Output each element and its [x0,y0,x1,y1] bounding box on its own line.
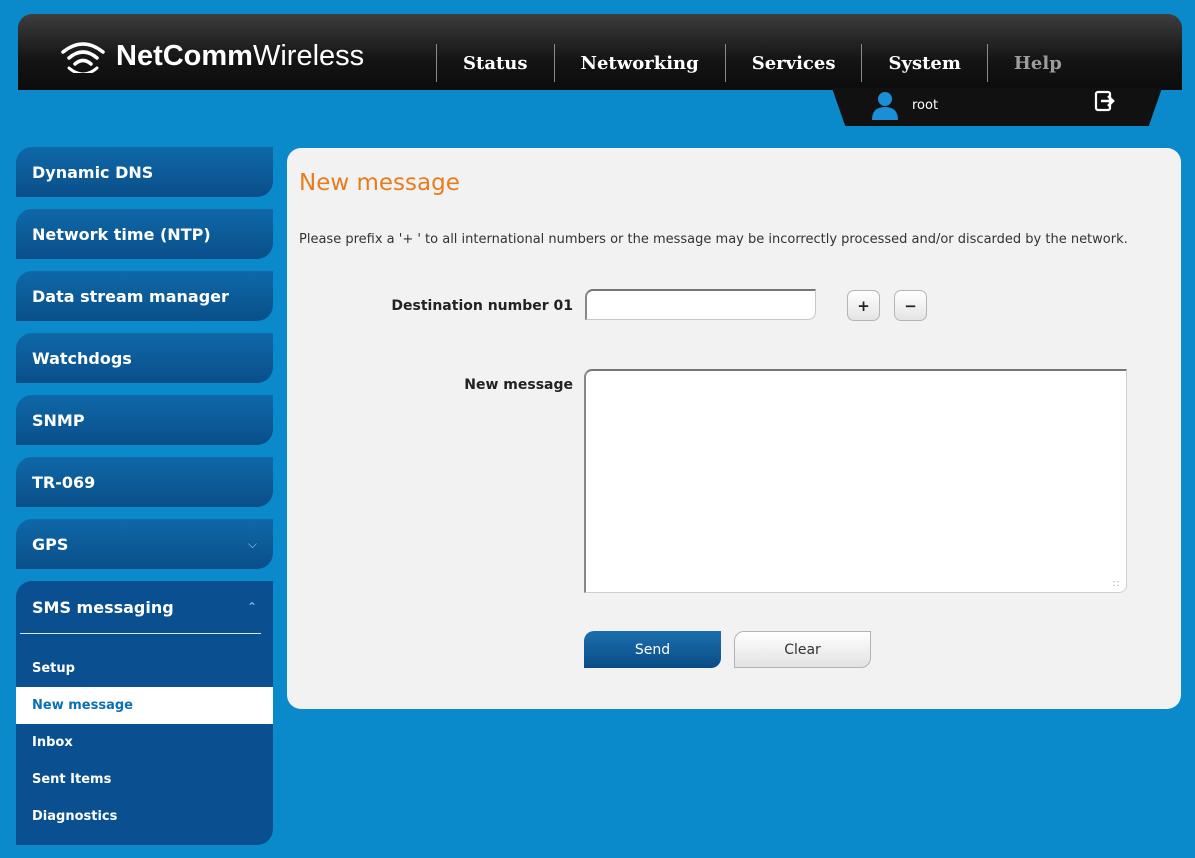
destination-number-input[interactable] [585,289,816,320]
main-menu: Status Networking Services System Help [436,44,1088,82]
sidebar: Dynamic DNS Network time (NTP) Data stre… [16,147,273,845]
top-navigation-bar: NetComm Wireless Status Networking Servic… [18,14,1182,90]
menu-status[interactable]: Status [437,53,554,74]
user-icon [872,92,898,120]
info-note: Please prefix a '+ ' to all internationa… [299,232,1128,247]
add-destination-button[interactable]: + [847,290,880,321]
sidebar-item-tr-069[interactable]: TR-069 [16,457,273,507]
menu-system[interactable]: System [862,53,986,74]
sidebar-subitem-sent-items[interactable]: Sent Items [16,761,273,798]
resize-grip-icon[interactable]: ∷ [1113,579,1119,590]
sidebar-item-network-time[interactable]: Network time (NTP) [16,209,273,259]
sidebar-item-watchdogs[interactable]: Watchdogs [16,333,273,383]
new-message-label: New message [464,377,573,393]
sidebar-subitem-new-message[interactable]: New message [16,687,273,724]
brand-name-bold: NetComm [116,39,253,72]
chevron-down-icon: ⌵ [247,536,257,551]
send-button[interactable]: Send [584,631,721,668]
menu-help[interactable]: Help [988,53,1088,74]
sidebar-item-label: Network time (NTP) [32,224,211,244]
sidebar-subitem-diagnostics[interactable]: Diagnostics [16,798,273,835]
page-title: New message [299,170,460,196]
sidebar-item-gps[interactable]: GPS ⌵ [16,519,273,569]
sidebar-item-label: Data stream manager [32,286,229,306]
message-textarea[interactable] [584,369,1127,593]
sidebar-item-snmp[interactable]: SNMP [16,395,273,445]
menu-networking[interactable]: Networking [555,53,725,74]
sidebar-item-sms-messaging[interactable]: SMS messaging ⌃ [16,581,273,633]
sidebar-subitem-inbox[interactable]: Inbox [16,724,273,761]
sidebar-item-label: GPS [32,534,69,554]
username: root [912,98,939,113]
main-panel: New message Please prefix a '+ ' to all … [287,148,1181,709]
clear-button[interactable]: Clear [734,631,871,668]
brand-name-light: Wireless [252,39,365,72]
sidebar-item-label: SMS messaging [32,597,174,617]
sidebar-item-label: TR-069 [32,472,96,492]
remove-destination-button[interactable]: − [894,290,927,321]
menu-services[interactable]: Services [726,53,862,74]
sidebar-item-data-stream-manager[interactable]: Data stream manager [16,271,273,321]
sidebar-subitem-setup[interactable]: Setup [16,650,273,687]
destination-number-label: Destination number 01 [391,298,573,314]
sidebar-item-label: Watchdogs [32,348,132,368]
user-bar: root [832,88,1162,126]
chevron-up-icon: ⌃ [246,600,257,614]
sidebar-divider [20,633,261,634]
sidebar-item-dynamic-dns[interactable]: Dynamic DNS [16,147,273,197]
wifi-icon [61,42,105,73]
sidebar-item-label: Dynamic DNS [32,162,154,182]
sidebar-item-label: SNMP [32,410,85,430]
brand-logo[interactable]: NetComm Wireless [60,36,364,76]
logout-icon[interactable] [1094,90,1116,112]
sidebar-group-sms-messaging: SMS messaging ⌃ Setup New message Inbox … [16,581,273,845]
